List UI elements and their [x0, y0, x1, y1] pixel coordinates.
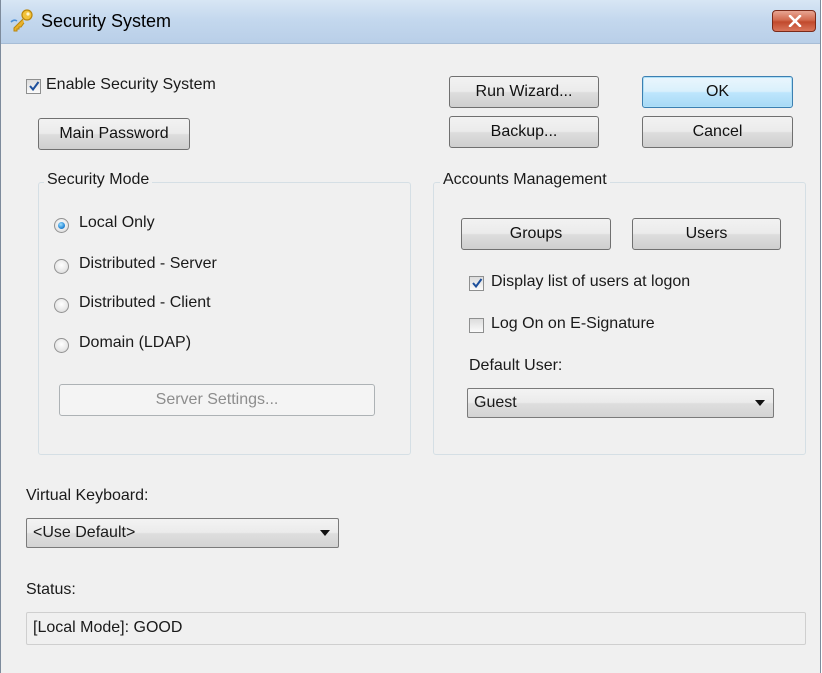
status-label: Status:: [26, 581, 76, 598]
radio-local-only[interactable]: [54, 218, 69, 233]
radio-domain-ldap[interactable]: [54, 338, 69, 353]
security-mode-legend: Security Mode: [44, 171, 153, 189]
backup-button[interactable]: Backup...: [449, 116, 599, 148]
logon-esignature-checkbox[interactable]: [469, 318, 484, 333]
ok-button[interactable]: OK: [642, 76, 793, 108]
radio-local-only-label: Local Only: [79, 214, 155, 231]
status-value: [Local Mode]: GOOD: [33, 619, 183, 636]
security-system-dialog: Security System Enable Security System M…: [0, 0, 821, 673]
radio-distributed-server-label: Distributed - Server: [79, 255, 217, 272]
cancel-button[interactable]: Cancel: [642, 116, 793, 148]
radio-distributed-server[interactable]: [54, 259, 69, 274]
radio-domain-ldap-label: Domain (LDAP): [79, 334, 192, 351]
enable-security-checkbox[interactable]: [26, 79, 41, 94]
virtual-keyboard-label: Virtual Keyboard:: [26, 487, 149, 504]
checkmark-icon: [472, 278, 483, 289]
groups-button[interactable]: Groups: [461, 218, 611, 250]
radio-distributed-client-label: Distributed - Client: [79, 294, 211, 311]
key-icon: [9, 8, 35, 34]
default-user-value: Guest: [474, 394, 517, 411]
checkmark-icon: [29, 81, 40, 92]
chevron-down-icon: [755, 400, 765, 406]
main-password-button[interactable]: Main Password: [38, 118, 190, 150]
close-button[interactable]: [772, 10, 816, 32]
status-field: [Local Mode]: GOOD: [26, 612, 806, 645]
chevron-down-icon: [320, 530, 330, 536]
run-wizard-button[interactable]: Run Wizard...: [449, 76, 599, 108]
default-user-label: Default User:: [469, 357, 563, 374]
radio-distributed-client[interactable]: [54, 298, 69, 313]
default-user-dropdown[interactable]: Guest: [467, 388, 774, 418]
window-title: Security System: [41, 11, 172, 31]
accounts-management-legend: Accounts Management: [440, 171, 610, 189]
close-icon: [788, 15, 802, 27]
users-button[interactable]: Users: [632, 218, 781, 250]
enable-security-label: Enable Security System: [46, 76, 216, 93]
title-bar[interactable]: Security System: [1, 0, 820, 44]
virtual-keyboard-value: <Use Default>: [33, 524, 136, 541]
server-settings-button[interactable]: Server Settings...: [59, 384, 375, 416]
logon-esignature-label: Log On on E-Signature: [491, 315, 655, 332]
virtual-keyboard-dropdown[interactable]: <Use Default>: [26, 518, 339, 548]
display-users-checkbox[interactable]: [469, 276, 484, 291]
display-users-label: Display list of users at logon: [491, 273, 691, 290]
